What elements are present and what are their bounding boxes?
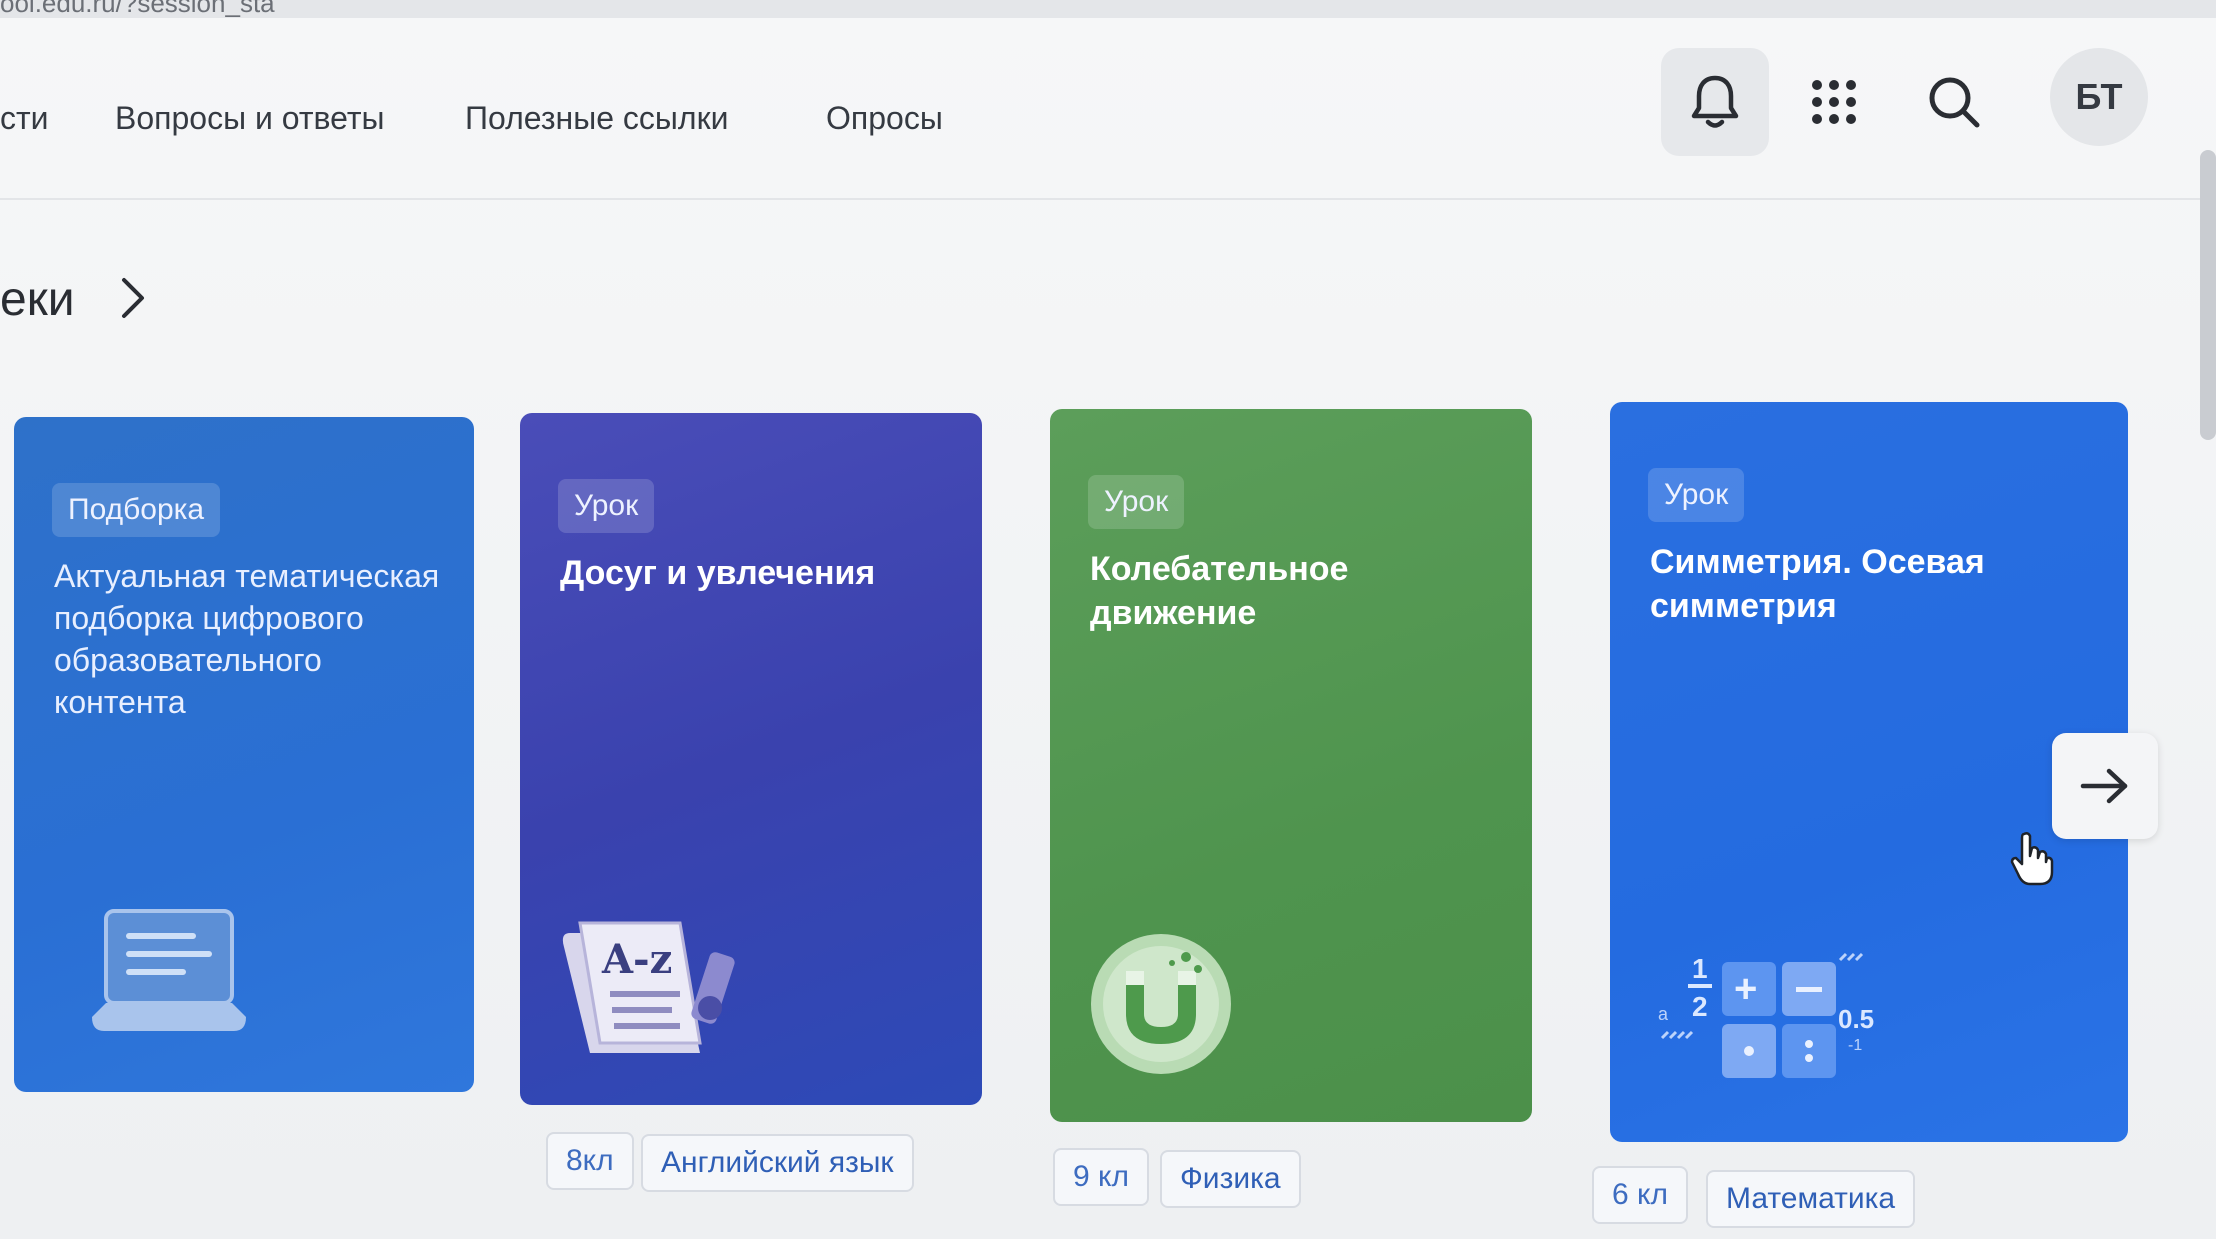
notifications-button[interactable] <box>1661 48 1769 156</box>
svg-text:+: + <box>1734 967 1757 1011</box>
card-lesson-leisure[interactable]: Урок Досуг и увлечения A-z <box>520 413 982 1105</box>
nav-item-useful-links[interactable]: Полезные ссылки <box>465 100 728 137</box>
user-avatar[interactable]: БТ <box>2050 48 2148 146</box>
card-badge: Урок <box>1088 475 1185 529</box>
svg-text:a: a <box>1658 1004 1669 1024</box>
address-text: ool.edu.ru/?session_sta <box>0 0 275 18</box>
card-collection[interactable]: Подборка Актуальная тематическая подборк… <box>14 417 474 1092</box>
card-title: Симметрия. Осевая симметрия <box>1650 543 1985 625</box>
page: ool.edu.ru/?session_sta сти Вопросы и от… <box>0 0 2216 1239</box>
site-header: сти Вопросы и ответы Полезные ссылки Опр… <box>0 18 2216 200</box>
nav-item-faq[interactable]: Вопросы и ответы <box>115 100 385 137</box>
card-title: Актуальная тематическая подборка цифрово… <box>54 558 440 720</box>
tag-subject[interactable]: Английский язык <box>641 1134 914 1192</box>
hand-cursor-icon <box>2010 832 2054 886</box>
address-bar[interactable]: ool.edu.ru/?session_sta <box>0 0 2216 18</box>
svg-text:A-z: A-z <box>601 936 672 983</box>
svg-text:2: 2 <box>1692 991 1708 1022</box>
apps-grid-icon <box>1812 80 1856 124</box>
section-title[interactable]: еки <box>0 272 75 327</box>
math-symbols-icon: 1 2 + 0.5 -1 a <box>1658 952 1874 1078</box>
laptop-icon <box>92 909 246 1031</box>
tag-grade[interactable]: 9 кл <box>1053 1148 1149 1206</box>
tag-grade[interactable]: 6 кл <box>1592 1166 1688 1224</box>
apps-button[interactable] <box>1780 48 1888 156</box>
card-badge: Подборка <box>52 483 221 537</box>
carousel-next-button[interactable] <box>2052 733 2158 839</box>
magnet-icon <box>1091 934 1231 1074</box>
search-button[interactable] <box>1900 48 2008 156</box>
card-title: Досуг и увлечения <box>560 554 876 592</box>
dictionary-az-icon: A-z <box>562 921 735 1053</box>
card-lesson-symmetry[interactable]: Урок Симметрия. Осевая симметрия 1 2 + 0… <box>1610 402 2128 1142</box>
card-badge: Урок <box>1648 468 1745 522</box>
search-icon <box>1929 77 1980 128</box>
bell-icon <box>1691 75 1739 128</box>
svg-text:-1: -1 <box>1848 1037 1862 1054</box>
arrow-right-icon <box>2080 768 2128 804</box>
svg-text:1: 1 <box>1692 953 1708 984</box>
svg-text:0.5: 0.5 <box>1838 1004 1874 1034</box>
card-title: Колебательное движение <box>1090 550 1349 632</box>
tag-grade[interactable]: 8кл <box>546 1132 634 1190</box>
tag-subject[interactable]: Физика <box>1160 1150 1301 1208</box>
nav-item-polls[interactable]: Опросы <box>826 100 943 137</box>
tag-subject[interactable]: Математика <box>1706 1170 1916 1228</box>
page-scrollbar[interactable] <box>2200 150 2216 440</box>
chevron-right-icon[interactable] <box>118 272 148 324</box>
nav-item-news[interactable]: сти <box>0 100 49 137</box>
card-badge: Урок <box>558 479 655 533</box>
card-lesson-oscillation[interactable]: Урок Колебательное движение <box>1050 409 1532 1122</box>
